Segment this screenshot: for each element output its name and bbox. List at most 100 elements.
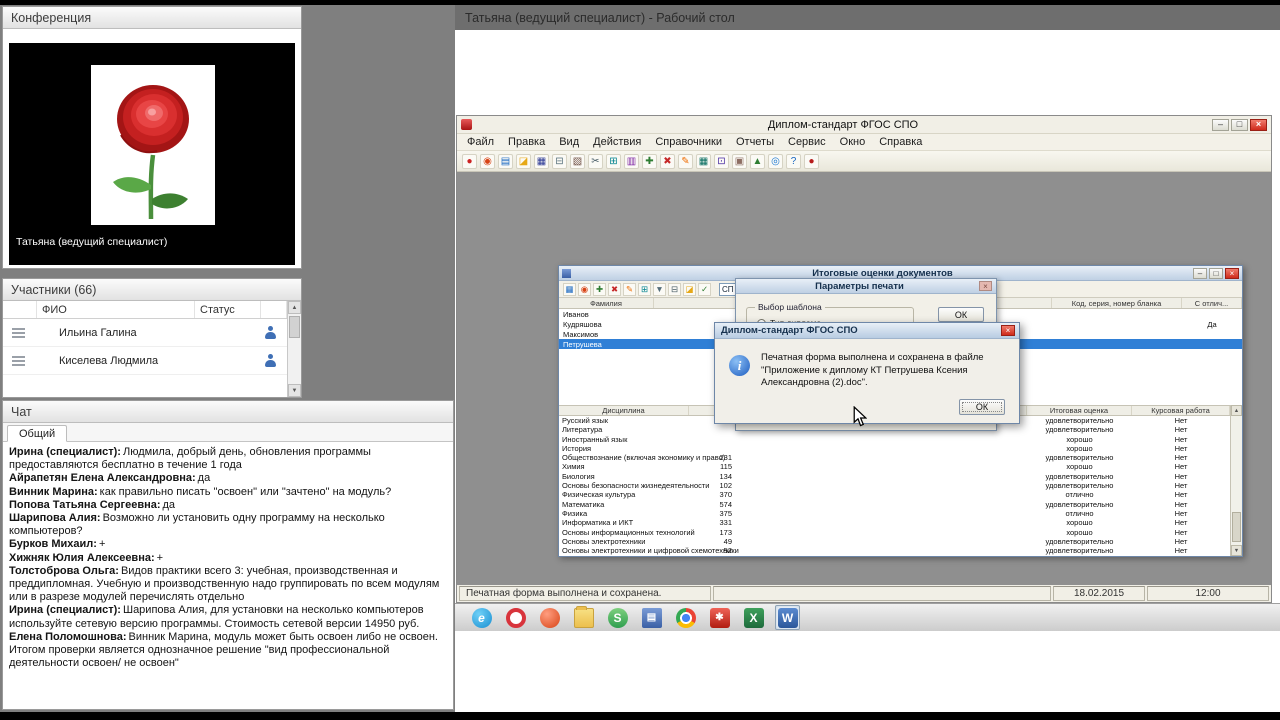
chat-text: да [197, 472, 211, 485]
menu-item[interactable]: Окно [833, 136, 873, 148]
drag-handle-icon[interactable] [12, 327, 25, 338]
export-icon[interactable]: ◪ [683, 282, 696, 296]
subject-row[interactable]: Основы электротехники 49 удовлетворитель… [559, 537, 1230, 546]
subject-row[interactable]: Биология 134 удовлетворительно Нет [559, 472, 1230, 481]
book-icon[interactable]: ▣ [732, 153, 747, 169]
subject-row[interactable]: Физическая культура 370 отлично Нет [559, 490, 1230, 499]
chart-icon[interactable]: ▲ [750, 153, 765, 169]
copy-icon[interactable]: ⊞ [638, 282, 651, 296]
diplom-app-icon[interactable]: ✱ [709, 607, 730, 628]
subject-coursework: Нет [1174, 416, 1188, 425]
scroll-up-icon[interactable]: ▲ [288, 301, 301, 314]
subject-coursework: Нет [1174, 499, 1188, 509]
opera-icon[interactable] [505, 607, 526, 628]
close-button[interactable]: × [1250, 118, 1267, 131]
refresh-icon[interactable]: ◉ [578, 282, 591, 296]
menu-item[interactable]: Отчеты [729, 136, 781, 148]
grades-maximize-button[interactable]: □ [1209, 267, 1223, 279]
grades-minimize-button[interactable]: – [1193, 267, 1207, 279]
delete-icon[interactable]: ✖ [660, 153, 675, 169]
help-icon[interactable]: ? [786, 153, 801, 169]
message-box-titlebar[interactable]: Диплом-стандарт ФГОС СПО × [715, 323, 1019, 339]
cut-icon[interactable]: ✂ [588, 153, 603, 169]
menu-item[interactable]: Справочники [648, 136, 729, 148]
print-dialog-titlebar[interactable]: Параметры печати × [736, 279, 996, 294]
add-row-icon[interactable]: ✚ [593, 282, 606, 296]
grid-icon[interactable]: ▦ [563, 282, 576, 296]
edit-icon[interactable]: ✎ [678, 153, 693, 169]
copy-icon[interactable]: ⊞ [606, 153, 621, 169]
exit-icon[interactable]: ● [804, 153, 819, 169]
subject-row[interactable]: Физика 375 отлично Нет [559, 509, 1230, 518]
chat-tab-general[interactable]: Общий [7, 425, 68, 442]
minimize-button[interactable]: – [1212, 118, 1229, 131]
participant-row[interactable]: Ильина Галина [3, 319, 287, 347]
participant-row[interactable]: Киселева Людмила [3, 347, 287, 375]
open-folder-icon[interactable]: ◪ [516, 153, 531, 169]
filter-icon[interactable]: ▼ [653, 282, 666, 296]
print-icon[interactable]: ⊟ [552, 153, 567, 169]
subjects-scrollbar[interactable]: ▲ ▼ [1230, 405, 1242, 556]
taskbar-slot: S [605, 605, 630, 630]
internet-explorer-icon[interactable]: e [471, 607, 492, 628]
chat-messages[interactable]: Ирина (специалист): Людмила, добрый день,… [3, 443, 453, 708]
new-doc-icon[interactable]: ▤ [498, 153, 513, 169]
subject-row[interactable]: Информатика и ИКТ 331 хорошо Нет [559, 518, 1230, 527]
menu-item[interactable]: Вид [552, 136, 586, 148]
scrollbar-thumb[interactable] [1232, 512, 1241, 542]
subject-row[interactable]: Химия 115 хорошо Нет [559, 462, 1230, 471]
drag-handle-icon[interactable] [12, 355, 25, 366]
print-dialog-close-button[interactable]: × [979, 281, 992, 291]
app-titlebar[interactable]: Диплом-стандарт ФГОС СПО – □ × [457, 116, 1271, 134]
subject-row[interactable]: Основы безопасности жизнедеятельности 10… [559, 481, 1230, 490]
menu-item[interactable]: Действия [586, 136, 648, 148]
folder-icon[interactable] [573, 605, 594, 628]
menu-item[interactable]: Правка [501, 136, 552, 148]
message-box-close-button[interactable]: × [1001, 325, 1015, 336]
address-book-icon[interactable]: ▤ [641, 607, 662, 628]
scroll-down-icon[interactable]: ▼ [1231, 545, 1242, 556]
globe-icon[interactable]: ◎ [768, 153, 783, 169]
add-icon[interactable]: ✚ [642, 153, 657, 169]
participants-scrollbar[interactable]: ▲ ▼ [287, 301, 301, 397]
letterbox-bottom [0, 712, 1280, 720]
excel-icon[interactable]: X [743, 607, 764, 628]
menu-item[interactable]: Сервис [781, 136, 833, 148]
scroll-down-icon[interactable]: ▼ [288, 384, 301, 397]
menu-item[interactable]: Справка [872, 136, 929, 148]
save-icon[interactable]: ▦ [534, 153, 549, 169]
subject-row[interactable]: Основы электротехники и цифровой схемоте… [559, 546, 1230, 555]
print-icon[interactable]: ⊟ [668, 282, 681, 296]
subject-row[interactable]: История хорошо Нет [559, 444, 1230, 453]
calc-icon[interactable]: ⊡ [714, 153, 729, 169]
paste-icon[interactable]: ▥ [624, 153, 639, 169]
logo-icon[interactable]: ● [462, 153, 477, 169]
subject-row[interactable]: Иностранный язык хорошо Нет [559, 435, 1230, 444]
chat-panel-header: Чат [3, 401, 453, 423]
chrome-icon[interactable] [675, 607, 696, 628]
preview-icon[interactable]: ▧ [570, 153, 585, 169]
subject-grade: удовлетворительно [1045, 546, 1114, 556]
subject-name: Иностранный язык [562, 434, 628, 444]
scroll-up-icon[interactable]: ▲ [1231, 405, 1242, 416]
message-box-ok-button[interactable]: ОК [959, 399, 1005, 415]
print-ok-button[interactable]: ОК [938, 307, 984, 322]
menu-item[interactable]: Файл [460, 136, 501, 148]
scrollbar-thumb[interactable] [289, 316, 300, 338]
check-icon[interactable]: ✓ [698, 282, 711, 296]
subject-grade: хорошо [1066, 434, 1093, 444]
info-icon: i [729, 355, 750, 376]
status-message: Печатная форма выполнена и сохранена. [459, 586, 711, 601]
messenger-green-icon[interactable]: S [607, 607, 628, 628]
word-icon[interactable]: W [777, 607, 798, 628]
refresh-icon[interactable]: ◉ [480, 153, 495, 169]
grades-close-button[interactable]: × [1225, 267, 1239, 279]
subject-row[interactable]: Математика 574 удовлетворительно Нет [559, 500, 1230, 509]
subject-row[interactable]: Обществознание (включая экономику и прав… [559, 453, 1230, 462]
delete-row-icon[interactable]: ✖ [608, 282, 621, 296]
browser-red-icon[interactable] [539, 607, 560, 628]
subject-row[interactable]: Основы информационных технологий 173 хор… [559, 528, 1230, 537]
maximize-button[interactable]: □ [1231, 118, 1248, 131]
edit-row-icon[interactable]: ✎ [623, 282, 636, 296]
table-icon[interactable]: ▦ [696, 153, 711, 169]
